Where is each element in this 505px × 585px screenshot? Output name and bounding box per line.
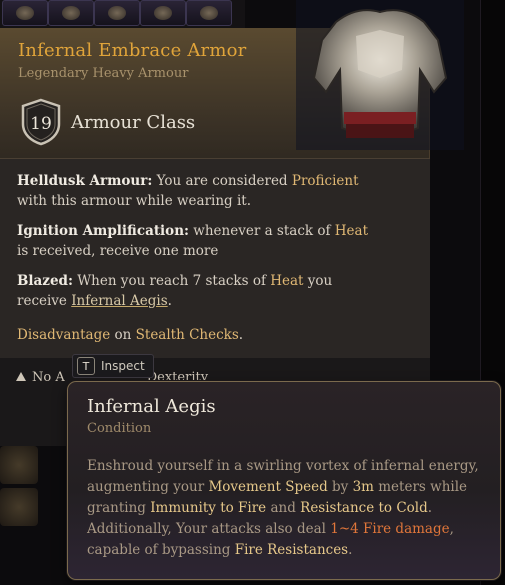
item-properties: Helldusk Armour: You are considered Prof… <box>0 159 430 359</box>
keyword-resistance-cold[interactable]: Resistance to Cold <box>300 500 428 516</box>
inventory-slot[interactable] <box>94 0 140 26</box>
property-blazed: Blazed: When you reach 7 stacks of Heat … <box>17 273 333 309</box>
condition-tooltip: Infernal Aegis Condition Enshroud yourse… <box>67 381 501 580</box>
inventory-slot[interactable] <box>186 0 232 26</box>
keyword-immunity-fire[interactable]: Immunity to Fire <box>150 500 266 516</box>
inspect-hint[interactable]: T Inspect <box>72 354 154 378</box>
condition-type: Condition <box>87 421 152 436</box>
item-rarity-type: Legendary Heavy Armour <box>18 66 189 81</box>
inventory-slot[interactable] <box>48 0 94 26</box>
property-helldusk: Helldusk Armour: You are considered Prof… <box>17 173 359 209</box>
item-icon <box>62 6 80 20</box>
property-label: Helldusk Armour: <box>17 173 153 189</box>
armour-class-shield-icon: 19 <box>21 98 61 146</box>
inspect-key: T <box>77 357 95 375</box>
inventory-item-icon[interactable] <box>0 488 38 526</box>
item-icon <box>108 6 126 20</box>
keyword-heat[interactable]: Heat <box>335 223 368 239</box>
armour-image <box>296 0 464 150</box>
fire-damage-value: 1~4 Fire damage <box>330 521 450 537</box>
property-label: Blazed: <box>17 273 73 289</box>
distance-value: 3m <box>352 479 374 495</box>
inventory-strip <box>0 0 245 28</box>
infernal-aegis-link[interactable]: Infernal Aegis <box>71 293 167 309</box>
armour-class-value: 19 <box>30 114 52 134</box>
property-label: Ignition Amplification: <box>17 223 189 239</box>
armour-class-label: Armour Class <box>71 112 196 133</box>
keyword-proficient[interactable]: Proficient <box>292 173 359 189</box>
inspect-label: Inspect <box>101 359 145 373</box>
keyword-movement-speed[interactable]: Movement Speed <box>208 479 327 495</box>
property-disadvantage: Disadvantage on Stealth Checks. <box>17 327 244 343</box>
keyword-stealth-checks[interactable]: Stealth Checks <box>136 327 239 343</box>
condition-description: Enshroud yourself in a swirling vortex o… <box>87 458 479 558</box>
keyword-fire-resistances[interactable]: Fire Resistances <box>235 542 348 558</box>
item-icon <box>200 6 218 20</box>
inventory-slot[interactable] <box>140 0 186 26</box>
item-name: Infernal Embrace Armor <box>18 40 247 61</box>
item-icon <box>154 6 172 20</box>
keyword-disadvantage[interactable]: Disadvantage <box>17 327 110 343</box>
item-icon <box>16 6 34 20</box>
inventory-item-icon[interactable] <box>0 446 38 484</box>
warning-icon <box>16 372 26 381</box>
inventory-slot[interactable] <box>2 0 48 26</box>
property-ignition: Ignition Amplification: whenever a stack… <box>17 223 369 259</box>
condition-title: Infernal Aegis <box>87 396 216 417</box>
keyword-heat[interactable]: Heat <box>270 273 303 289</box>
